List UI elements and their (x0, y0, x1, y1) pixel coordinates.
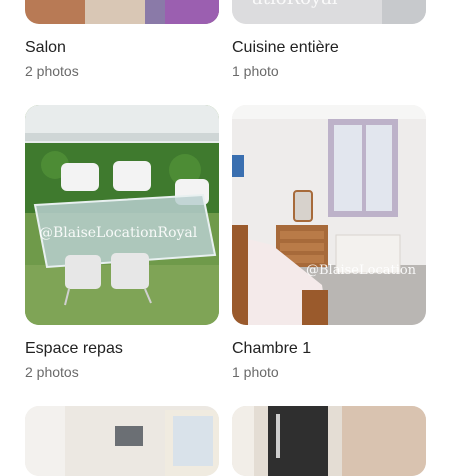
room-name-espace-repas: Espace repas (25, 340, 123, 357)
photo-count-salon: 2 photos (25, 63, 79, 79)
room-name-cuisine: Cuisine entière (232, 39, 339, 56)
salon-photo (25, 0, 219, 24)
bedroom-photo: @BlaiseLocation (232, 105, 426, 325)
bedroom-watermark: @BlaiseLocation (306, 263, 417, 278)
dining-photo: @BlaiseLocationRoyal (25, 105, 219, 325)
room-photo-partial-right (232, 406, 426, 476)
room-name-chambre-1: Chambre 1 (232, 340, 312, 357)
cuisine-photo: atioRoyal (232, 0, 426, 24)
next-photo-tile-right[interactable] (232, 406, 426, 476)
next-photo-tile-left[interactable] (25, 406, 219, 476)
dining-watermark: @BlaiseLocationRoyal (39, 225, 198, 241)
kitchen-watermark: atioRoyal (252, 0, 338, 9)
chambre-1-photo-tile[interactable]: @BlaiseLocation (232, 105, 426, 325)
photo-count-chambre-1: 1 photo (232, 364, 279, 380)
room-name-salon: Salon (25, 39, 66, 56)
photo-count-cuisine: 1 photo (232, 63, 279, 79)
photo-count-espace-repas: 2 photos (25, 364, 79, 380)
espace-repas-photo-tile[interactable]: @BlaiseLocationRoyal (25, 105, 219, 325)
cuisine-photo-tile[interactable]: atioRoyal (232, 0, 426, 24)
salon-photo-tile[interactable] (25, 0, 219, 24)
room-photo-partial-left (25, 406, 219, 476)
